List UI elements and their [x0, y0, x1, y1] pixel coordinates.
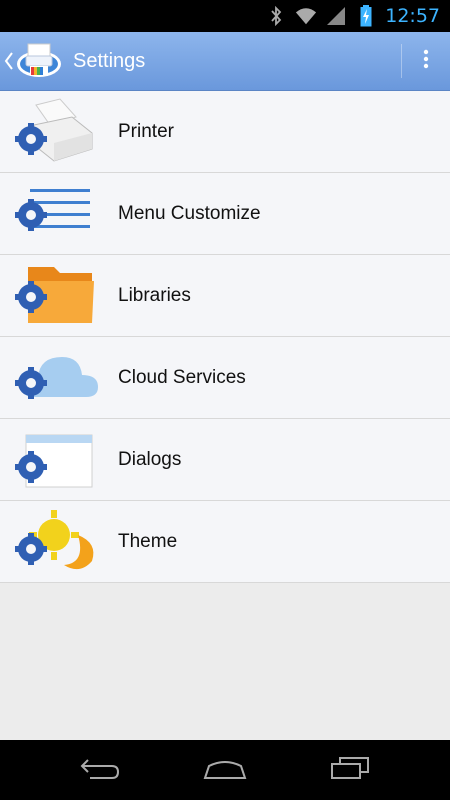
settings-item-menu-customize[interactable]: Menu Customize	[0, 173, 450, 255]
settings-item-label: Printer	[118, 120, 174, 142]
back-nav-icon	[78, 756, 122, 785]
navigation-bar	[0, 740, 450, 800]
settings-item-dialogs[interactable]: Dialogs	[0, 419, 450, 501]
settings-item-label: Libraries	[118, 284, 191, 306]
recent-apps-icon	[328, 756, 372, 785]
up-button[interactable]	[0, 32, 70, 90]
back-nav-button[interactable]	[70, 750, 130, 790]
status-time: 12:57	[385, 5, 440, 27]
signal-icon	[325, 5, 347, 27]
settings-item-label: Theme	[118, 530, 178, 552]
overflow-menu-button[interactable]	[402, 32, 450, 90]
recent-apps-button[interactable]	[320, 750, 380, 790]
wifi-icon	[295, 5, 317, 27]
status-bar: 12:57	[0, 0, 450, 32]
settings-item-cloud-services[interactable]: Cloud Services	[0, 337, 450, 419]
settings-item-label: Dialogs	[118, 448, 182, 470]
settings-item-label: Cloud Services	[118, 366, 246, 388]
more-vert-icon	[423, 49, 429, 74]
action-bar: Settings	[0, 32, 450, 91]
page-title: Settings	[73, 50, 146, 72]
printer-gear-icon	[14, 95, 98, 167]
cloud-gear-icon	[14, 341, 98, 413]
settings-item-label: Menu Customize	[118, 202, 261, 224]
settings-item-theme[interactable]: Theme	[0, 501, 450, 583]
settings-item-printer[interactable]: Printer	[0, 91, 450, 173]
printer-app-icon	[16, 38, 62, 89]
menu-gear-icon	[14, 177, 98, 249]
dialog-gear-icon	[14, 423, 98, 495]
settings-item-libraries[interactable]: Libraries	[0, 255, 450, 337]
home-nav-icon	[201, 756, 249, 785]
chevron-left-icon	[4, 52, 14, 75]
home-nav-button[interactable]	[195, 750, 255, 790]
bluetooth-icon	[265, 5, 287, 27]
folder-gear-icon	[14, 259, 98, 331]
settings-list: Printer Menu Customize Libraries Cloud S…	[0, 91, 450, 583]
sun-moon-gear-icon	[14, 505, 98, 577]
battery-charging-icon	[355, 5, 377, 27]
